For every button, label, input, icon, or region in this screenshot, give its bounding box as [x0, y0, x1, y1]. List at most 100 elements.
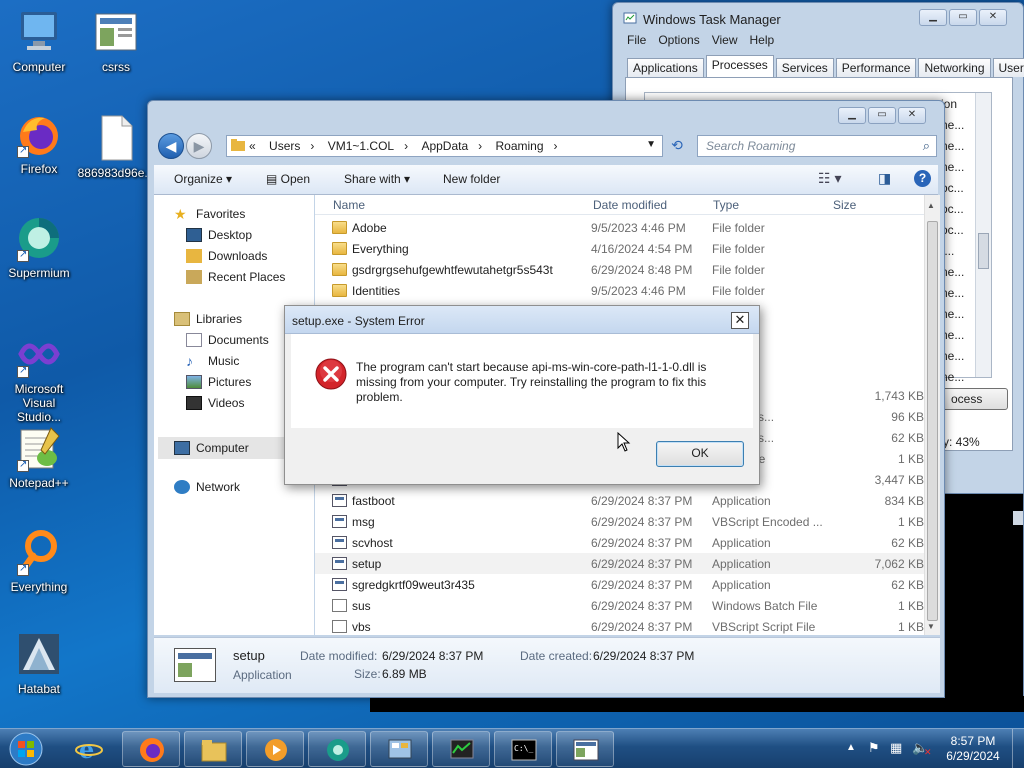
taskbar-task-manager[interactable] [432, 731, 490, 767]
help-icon[interactable]: ? [914, 170, 931, 187]
minimize-button[interactable]: ▁ [919, 9, 947, 26]
close-button[interactable]: ✕ [898, 107, 926, 124]
show-desktop-button[interactable] [1012, 729, 1024, 768]
desktop-icon-firefox[interactable]: Firefox [0, 110, 78, 176]
menu-file[interactable]: File [627, 33, 646, 47]
search-input[interactable]: Search Roaming [706, 139, 795, 153]
nav-music[interactable]: ♪ Music [186, 354, 239, 368]
view-options-icon[interactable]: ☷ ▾ [818, 170, 841, 187]
tab-applications[interactable]: Applications [627, 58, 704, 77]
maximize-button[interactable]: ▭ [868, 107, 896, 124]
desktop-icon-computer[interactable]: Computer [0, 8, 78, 74]
tab-processes[interactable]: Processes [705, 55, 774, 77]
close-icon[interactable]: ✕ [731, 312, 749, 329]
organize-button[interactable]: Organize ▾ [174, 172, 232, 186]
network-status-icon[interactable]: ▦ [890, 740, 902, 756]
file-row[interactable]: sus 6/29/2024 8:37 PM Windows Batch File 1 … [315, 595, 924, 616]
action-center-flag-icon[interactable]: ⚑ [868, 740, 880, 756]
menu-options[interactable]: Options [658, 33, 699, 47]
nav-network[interactable]: Network [174, 480, 240, 494]
clock[interactable]: 8:57 PM 6/29/2024 [944, 734, 1002, 764]
minimize-button[interactable]: ▁ [838, 107, 866, 124]
search-icon[interactable]: ⌕ [923, 138, 930, 154]
breadcrumb-users[interactable]: Users [269, 139, 300, 153]
refresh-icon[interactable]: ⟲ [666, 135, 688, 157]
search-box[interactable]: Search Roaming ⌕ [697, 135, 937, 157]
nav-pictures[interactable]: Pictures [186, 375, 251, 389]
tab-performance[interactable]: Performance [835, 58, 917, 77]
taskbar-command-prompt[interactable]: C:\_ [494, 731, 552, 767]
file-list-scrollbar[interactable]: ▲ ▼ [924, 195, 940, 635]
desktop-icon-unknown-file[interactable]: 886983d96e... [77, 114, 155, 180]
nav-favorites[interactable]: ★ Favorites [174, 207, 245, 221]
file-row[interactable]: Adobe 9/5/2023 4:46 PM File folder [315, 217, 924, 238]
breadcrumb-overflow[interactable]: « [249, 139, 256, 153]
chevron-right-icon[interactable]: › [404, 139, 408, 153]
forward-arrow-icon[interactable]: ▶ [186, 133, 212, 159]
file-row[interactable]: sgredgkrtf09weut3r435 6/29/2024 8:37 PM Ap… [315, 574, 924, 595]
taskbar-internet-explorer[interactable]: e [60, 731, 118, 767]
tab-networking[interactable]: Networking [918, 58, 991, 77]
column-header-date[interactable]: Date modified [593, 198, 667, 212]
menu-help[interactable]: Help [750, 33, 775, 47]
tab-services[interactable]: Services [775, 58, 834, 77]
file-row[interactable]: gsdrgrgsehufgewhtfewutahetgr5s543t 6/29/2… [315, 259, 924, 280]
desktop-icon-visual-studio[interactable]: Microsoft Visual Studio... [0, 330, 78, 424]
menu-view[interactable]: View [712, 33, 738, 47]
open-button[interactable]: ▤ Open [266, 172, 310, 186]
nav-documents[interactable]: Documents [186, 333, 269, 347]
maximize-button[interactable]: ▭ [949, 9, 977, 26]
file-row[interactable]: scvhost 6/29/2024 8:37 PM Application 62 KB [315, 532, 924, 553]
chevron-down-icon[interactable]: ▼ [646, 139, 656, 150]
scrollbar-thumb[interactable] [978, 233, 989, 269]
file-row[interactable]: fastboot 6/29/2024 8:37 PM Application 834 … [315, 490, 924, 511]
breadcrumb-appdata[interactable]: AppData [421, 139, 468, 153]
console-scrollbar[interactable] [1013, 511, 1023, 525]
scroll-down-icon[interactable]: ▼ [927, 622, 935, 631]
taskbar-media-player[interactable] [246, 731, 304, 767]
file-row[interactable]: setup 6/29/2024 8:37 PM Application 7,062 K… [315, 553, 924, 574]
breadcrumb-user[interactable]: VM1~1.COL [328, 139, 394, 153]
file-row[interactable]: vbs 6/29/2024 8:37 PM VBScript Script File… [315, 616, 924, 637]
nav-downloads[interactable]: Downloads [186, 249, 267, 263]
desktop-icon-hatabat[interactable]: Hatabat [0, 630, 78, 696]
desktop-icon-notepadpp[interactable]: Notepad++ [0, 424, 78, 490]
chevron-right-icon[interactable]: › [554, 139, 558, 153]
taskbar-explorer[interactable] [184, 731, 242, 767]
nav-libraries[interactable]: Libraries [174, 312, 242, 326]
scroll-up-icon[interactable]: ▲ [927, 201, 935, 210]
taskbar-supermium[interactable] [308, 731, 366, 767]
file-row[interactable]: Identities 9/5/2023 4:46 PM File folder [315, 280, 924, 301]
column-header-name[interactable]: Name [333, 198, 365, 212]
ok-button[interactable]: OK [656, 441, 744, 467]
nav-recent-places[interactable]: Recent Places [186, 270, 285, 284]
column-header-type[interactable]: Type [713, 198, 739, 212]
breadcrumb-roaming[interactable]: Roaming [495, 139, 543, 153]
preview-pane-icon[interactable]: ◨ [878, 170, 891, 187]
chevron-right-icon[interactable]: › [310, 139, 314, 153]
taskbar-firefox[interactable] [122, 731, 180, 767]
nav-videos[interactable]: Videos [186, 396, 244, 410]
address-bar[interactable]: « Users › VM1~1.COL › AppData › Roaming › ▼ [226, 135, 663, 157]
scrollbar-thumb[interactable] [927, 221, 938, 621]
new-folder-button[interactable]: New folder [443, 172, 500, 186]
taskbar-setup-app[interactable] [556, 731, 614, 767]
column-header-size[interactable]: Size [833, 198, 856, 212]
end-process-button[interactable]: ocess [936, 388, 1008, 410]
tab-users[interactable]: Users [992, 58, 1024, 77]
share-with-button[interactable]: Share with ▾ [344, 172, 410, 186]
process-list-scrollbar[interactable] [975, 93, 991, 377]
back-arrow-icon[interactable]: ◀ [158, 133, 184, 159]
file-row[interactable]: msg 6/29/2024 8:37 PM VBScript Encoded ...… [315, 511, 924, 532]
desktop-icon-supermium[interactable]: Supermium [0, 214, 78, 280]
start-button[interactable] [6, 731, 46, 767]
nav-computer[interactable]: Computer [158, 437, 284, 459]
file-row[interactable]: Everything 4/16/2024 4:54 PM File folder [315, 238, 924, 259]
show-hidden-icons-icon[interactable]: ▲ [846, 742, 856, 753]
desktop-icon-everything[interactable]: Everything [0, 528, 78, 594]
desktop-icon-csrss[interactable]: csrss [77, 8, 155, 74]
taskbar-control-panel[interactable] [370, 731, 428, 767]
chevron-right-icon[interactable]: › [478, 139, 482, 153]
close-button[interactable]: ✕ [979, 9, 1007, 26]
nav-desktop[interactable]: Desktop [186, 228, 252, 242]
